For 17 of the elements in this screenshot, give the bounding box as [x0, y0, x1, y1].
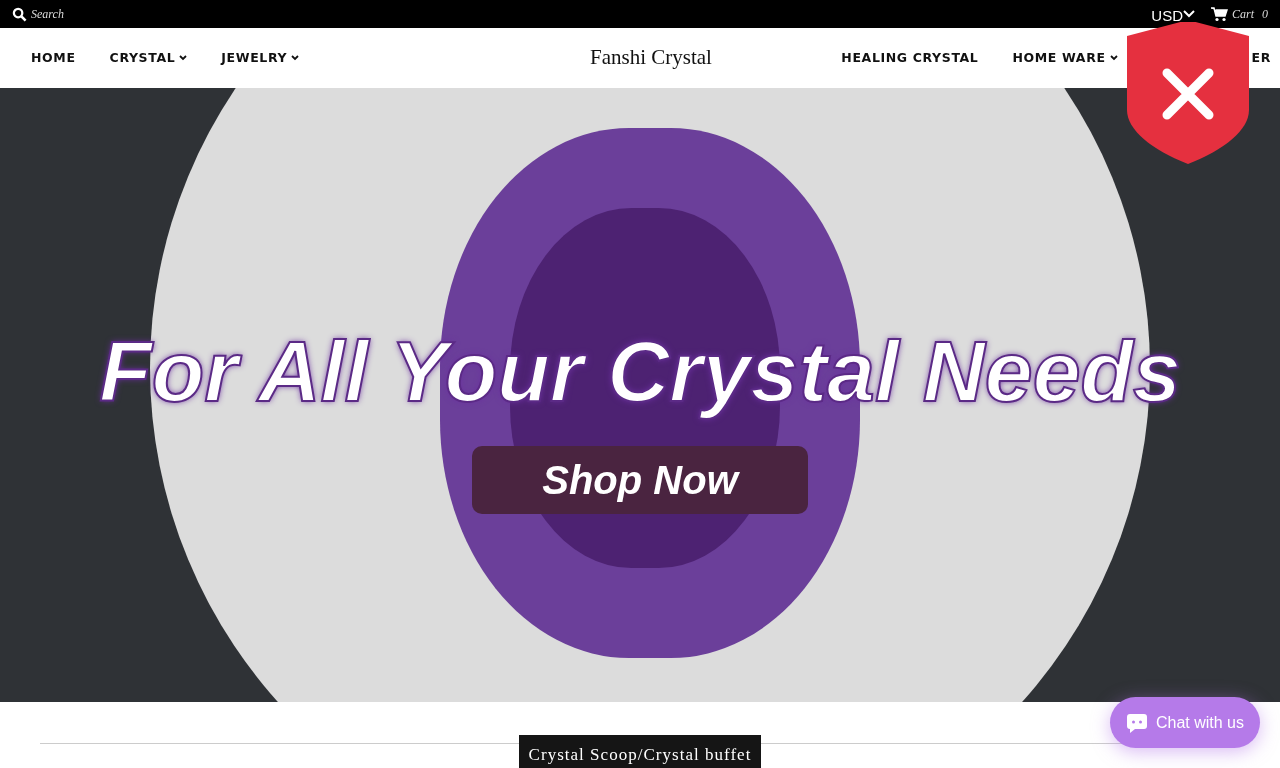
search-field[interactable]: Search: [31, 5, 151, 23]
nav-link[interactable]: HOME WARE: [1012, 48, 1118, 68]
chevron-icon: [1183, 8, 1195, 18]
search-icon: [12, 6, 27, 22]
store-logo[interactable]: Fanshi Crystal: [590, 42, 712, 74]
cart-link[interactable]: Cart 0: [1211, 5, 1268, 23]
nav-link[interactable]: HEALING CRYSTAL: [841, 48, 979, 68]
nav-link[interactable]: JEWELRY: [221, 48, 300, 68]
cart-icon: [1211, 6, 1228, 22]
chat-bubble-icon: [1125, 711, 1148, 734]
currency-selector[interactable]: USD: [1151, 7, 1195, 23]
nav-link[interactable]: ER: [1251, 48, 1271, 68]
shop-now-button[interactable]: Shop Now: [472, 445, 808, 514]
security-shield-icon[interactable]: [1127, 22, 1249, 164]
nav-link[interactable]: HOME: [31, 48, 76, 68]
section-title: Crystal Scoop/Crystal buffet: [518, 734, 762, 768]
nav-link[interactable]: CRYSTAL: [109, 48, 188, 68]
